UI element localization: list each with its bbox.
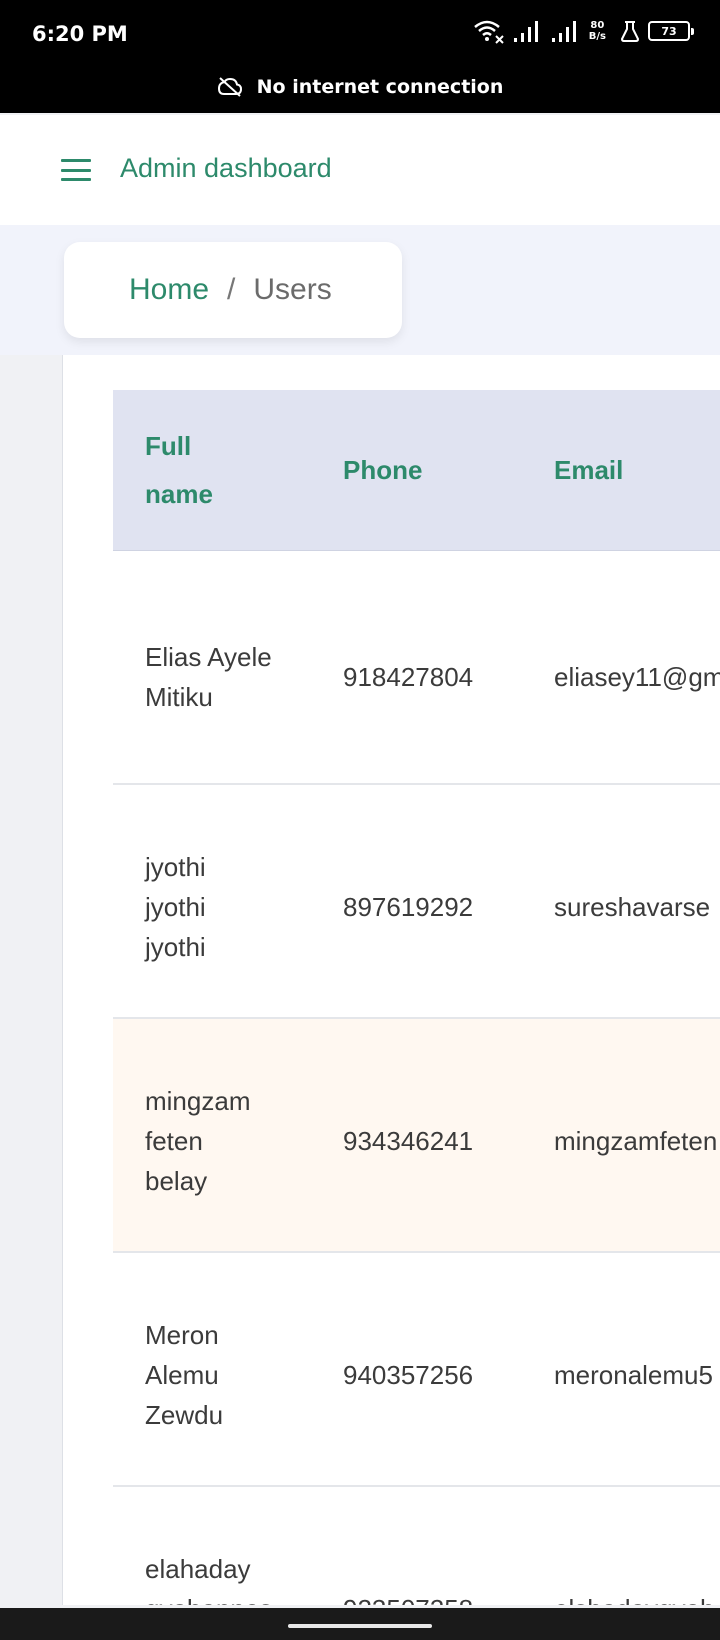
- breadcrumb-separator: /: [227, 273, 236, 306]
- cell-phone: 934346241: [343, 1126, 474, 1156]
- cell-full-name: elahaday gyohannes: [145, 1554, 272, 1605]
- cloud-off-icon: [217, 77, 242, 97]
- connectivity-banner: No internet connection: [0, 76, 720, 98]
- signal-icon: [513, 21, 538, 42]
- cell-phone: 918427804: [343, 662, 474, 692]
- cell-email: elshadaygyoh: [554, 1589, 714, 1605]
- status-time: 6:20 PM: [32, 22, 128, 46]
- column-header-phone[interactable]: Phone: [343, 446, 422, 494]
- cell-email: eliasey11@gm: [554, 662, 720, 692]
- content-panel: Full name Phone Email Elias Ayele Mitiku…: [62, 355, 720, 1605]
- column-header-full-name[interactable]: Full name: [145, 422, 265, 518]
- app-header: Admin dashboard: [0, 115, 720, 225]
- table-row[interactable]: jyothi jyothi jyothi 897619292 sureshava…: [113, 785, 720, 1019]
- flask-icon: [621, 21, 639, 42]
- system-nav-bar: [0, 1608, 720, 1640]
- cell-email: mingzamfeten: [554, 1126, 718, 1156]
- connectivity-message: No internet connection: [256, 76, 504, 98]
- status-bar: 6:20 PM 80 B/s 73 No internet connection: [0, 0, 720, 113]
- app-title: Admin dashboard: [120, 153, 332, 183]
- cell-full-name: Elias Ayele Mitiku: [145, 642, 272, 712]
- network-speed-unit: B/s: [588, 31, 606, 42]
- network-speed: 80 B/s: [589, 20, 606, 42]
- home-gesture-handle[interactable]: [288, 1624, 432, 1628]
- cell-email: meronalemu5: [554, 1360, 713, 1390]
- network-speed-value: 80: [590, 20, 605, 31]
- column-header-email[interactable]: Email: [554, 446, 623, 494]
- status-icons: 80 B/s 73: [473, 18, 694, 44]
- breadcrumb: Home / Users: [64, 242, 402, 338]
- cell-phone: 897619292: [343, 892, 474, 922]
- cell-phone: 940357256: [343, 1360, 474, 1390]
- table-row[interactable]: Elias Ayele Mitiku 918427804 eliasey11@g…: [113, 551, 720, 785]
- signal-icon-2: [551, 21, 576, 42]
- cell-full-name: Meron Alemu Zewdu: [145, 1320, 224, 1430]
- cell-phone: 923507258: [343, 1589, 473, 1605]
- breadcrumb-home-link[interactable]: Home: [129, 273, 209, 307]
- cell-full-name: jyothi jyothi jyothi: [145, 852, 206, 962]
- table-header: Full name Phone Email: [113, 390, 720, 551]
- table-row[interactable]: Meron Alemu Zewdu 940357256 meronalemu5: [113, 1253, 720, 1487]
- table-row[interactable]: elahaday gyohannes 923507258 elshadaygyo…: [113, 1487, 720, 1605]
- wifi-off-icon: [473, 20, 504, 44]
- cell-email: sureshavarse: [554, 892, 711, 922]
- cell-full-name: mingzam feten belay: [145, 1086, 251, 1196]
- users-table[interactable]: Full name Phone Email Elias Ayele Mitiku…: [113, 390, 720, 1605]
- breadcrumb-band: Home / Users: [0, 225, 720, 355]
- menu-icon[interactable]: [61, 159, 91, 181]
- battery-level: 73: [661, 24, 677, 38]
- table-row[interactable]: mingzam feten belay 934346241 mingzamfet…: [113, 1019, 720, 1253]
- breadcrumb-current: Users: [253, 273, 332, 306]
- battery-icon: 73: [648, 21, 694, 41]
